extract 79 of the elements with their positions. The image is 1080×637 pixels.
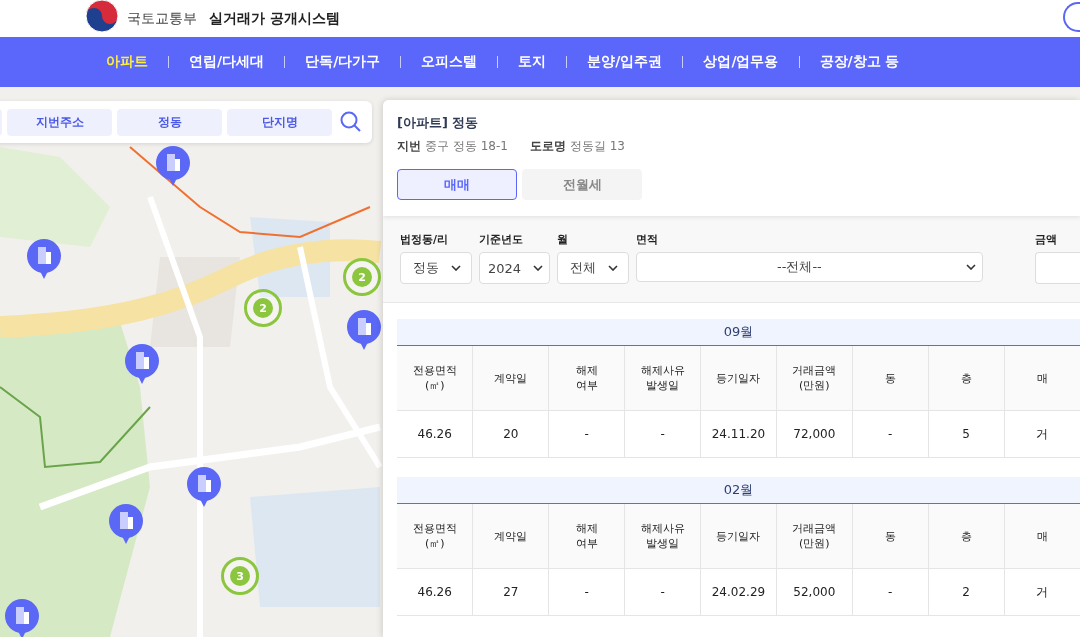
column-header: 층	[928, 503, 1004, 569]
address-value: 중구 정동 18-1	[425, 138, 508, 155]
input-field[interactable]	[1035, 252, 1080, 284]
column-header: 계약일	[472, 503, 549, 569]
table-cell: 5	[928, 410, 1004, 458]
table-cell: -	[852, 410, 929, 458]
chevron-icon	[966, 264, 976, 270]
filter-label: 기준년도	[479, 232, 524, 245]
column-header: 해제사유 발생일	[624, 345, 701, 411]
address-value: 정동길 13	[569, 138, 625, 155]
table-cell: 72,000	[776, 410, 853, 458]
deal-tab[interactable]: 매매	[397, 169, 517, 200]
nav-tab[interactable]: 분양/입주권	[587, 53, 663, 71]
chevron-icon	[533, 265, 544, 271]
month-heading: 02월	[397, 477, 1080, 504]
column-header: 해제 여부	[548, 345, 625, 411]
column-header: 거래금액 (만원)	[776, 503, 853, 569]
column-header: 해제사유 발생일	[624, 503, 701, 569]
building-pin-icon[interactable]	[346, 309, 382, 351]
select-field[interactable]: 2024	[479, 252, 550, 284]
search-icon[interactable]	[340, 111, 362, 133]
table-cell: 24.02.29	[700, 568, 777, 616]
select-field[interactable]: 전체	[557, 252, 629, 284]
filter-label: 법정동/리	[400, 232, 450, 245]
column-header: 계약일	[472, 345, 549, 411]
chevron-icon	[451, 265, 461, 271]
complex-title: [아파트] 정동	[397, 114, 480, 132]
building-pin-icon[interactable]	[4, 598, 40, 637]
table-cell: 20	[472, 410, 549, 458]
building-pin-icon[interactable]	[26, 238, 62, 280]
nav-tab[interactable]: 아파트	[106, 53, 148, 71]
column-header: 전용면적 (㎡)	[397, 345, 473, 411]
nav-tab[interactable]: 단독/다가구	[305, 53, 381, 71]
table-cell: 52,000	[776, 568, 853, 616]
deal-tab[interactable]: 전월세	[522, 169, 642, 200]
table-cell: 2	[928, 568, 1004, 616]
column-header: 등기일자	[700, 345, 777, 411]
select-field[interactable]: --전체--	[636, 252, 983, 282]
filter-label: 금액	[1035, 232, 1058, 245]
building-pin-icon[interactable]	[108, 503, 144, 545]
column-header: 등기일자	[700, 503, 777, 569]
building-pin-icon[interactable]	[155, 145, 191, 187]
nav-tab[interactable]: 토지	[518, 53, 547, 71]
column-header: 해제 여부	[548, 503, 625, 569]
column-header: 동	[852, 503, 929, 569]
column-header: 전용면적 (㎡)	[397, 503, 473, 569]
building-pin-icon[interactable]	[124, 343, 160, 385]
building-pin-icon[interactable]	[186, 466, 222, 508]
nav-tab[interactable]: 상업/업무용	[703, 53, 779, 71]
table-cell: -	[624, 568, 701, 616]
nav-tab[interactable]: 연립/다세대	[189, 53, 265, 71]
column-header: 층	[928, 345, 1004, 411]
column-header: 매	[1004, 503, 1080, 569]
filter-label: 면적	[636, 232, 659, 245]
chevron-icon	[608, 265, 618, 271]
round-button[interactable]	[1063, 2, 1080, 32]
table-cell: -	[548, 568, 625, 616]
table-cell: -	[624, 410, 701, 458]
month-heading: 09월	[397, 319, 1080, 346]
column-header: 거래금액 (만원)	[776, 345, 853, 411]
table-cell: -	[852, 568, 929, 616]
site-title: 실거래가 공개시스템	[209, 9, 340, 28]
nav-tab[interactable]: 오피스텔	[421, 53, 478, 71]
table-cell: 24.11.20	[700, 410, 777, 458]
search-tab[interactable]: 지번주소	[7, 108, 112, 136]
ministry-name: 국토교통부	[127, 9, 197, 28]
address-label: 지번	[397, 138, 421, 155]
column-header: 동	[852, 345, 929, 411]
table-cell: 27	[472, 568, 549, 616]
address-label: 도로명	[529, 138, 566, 155]
table-cell: 46.26	[397, 410, 473, 458]
table-cell: 46.26	[397, 568, 473, 616]
select-field[interactable]: 정동	[400, 252, 472, 284]
table-cell: -	[548, 410, 625, 458]
column-header: 매	[1004, 345, 1080, 411]
filter-label: 월	[557, 232, 569, 245]
search-tab[interactable]: 단지명	[227, 108, 332, 136]
search-tab[interactable]: 정동	[117, 108, 222, 136]
nav-tab[interactable]: 공장/창고 등	[819, 53, 900, 71]
